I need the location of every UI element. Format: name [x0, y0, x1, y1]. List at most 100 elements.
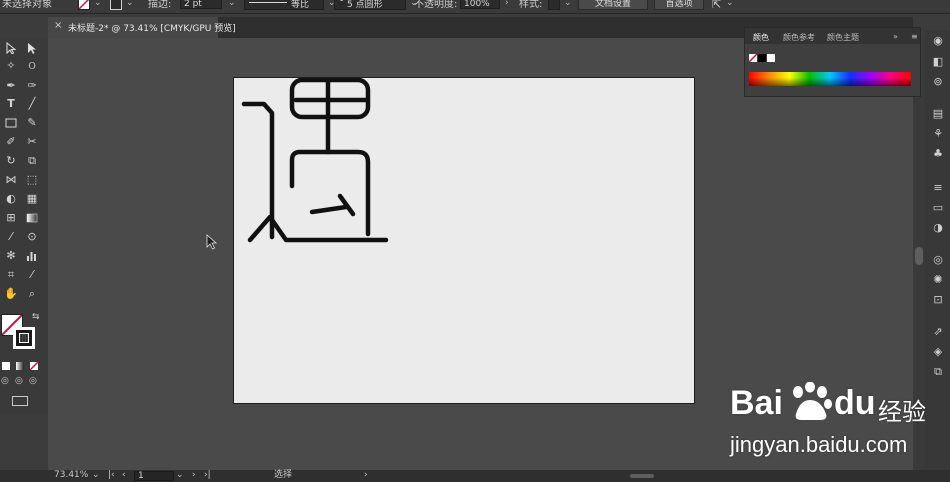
draw-inside-icon[interactable]: ◎ [29, 376, 37, 386]
tab-color-themes[interactable]: 颜色主题 [827, 32, 859, 43]
artboards-icon[interactable]: ⧉ [930, 364, 946, 380]
stroke-color-box[interactable] [13, 327, 35, 349]
panel-black-swatch[interactable] [758, 54, 766, 62]
paintbrush-icon[interactable]: ✎ [24, 115, 40, 131]
pen-tool-icon[interactable]: ✒ [3, 78, 19, 94]
document-setup-button[interactable]: 文档设置 [578, 0, 648, 10]
direct-selection-tool-icon[interactable] [24, 40, 40, 56]
column-graph-icon[interactable] [24, 248, 40, 264]
swatches-icon[interactable]: ▤ [930, 106, 946, 122]
export-icon[interactable]: ⇗ [930, 324, 946, 340]
type-tool-icon[interactable]: T [3, 96, 19, 112]
shape-builder-icon[interactable]: ◐ [3, 191, 19, 207]
selection-tool-icon[interactable] [3, 40, 19, 56]
layers-panel-icon[interactable]: ⊡ [930, 292, 946, 308]
arrange-icon[interactable]: ⇱ [712, 0, 721, 11]
blend-tool-icon[interactable]: ⊙ [24, 229, 40, 245]
brush-dot-icon: • [339, 0, 345, 6]
mesh-tool-icon[interactable]: ⊞ [3, 210, 19, 226]
swap-colors-icon[interactable]: ⇆ [32, 312, 40, 322]
perspective-grid-icon[interactable]: ▦ [24, 191, 40, 207]
panel-collapse-icon[interactable]: » [893, 32, 898, 41]
artboard-tool-icon[interactable]: ⌗ [3, 267, 19, 283]
arrange-dropdown-icon[interactable]: ⌄ [726, 0, 734, 8]
properties-icon[interactable]: ⊚ [930, 74, 946, 90]
eyedropper-icon[interactable]: ⁄ [3, 229, 19, 245]
screen-mode-icon[interactable] [12, 396, 28, 406]
stroke-label: 描边: [148, 0, 172, 10]
artboard[interactable] [233, 77, 695, 404]
hand-tool-icon[interactable]: ✋ [3, 286, 19, 302]
profile-label: 等比 [291, 0, 310, 10]
style-dropdown-icon[interactable]: ⌄ [564, 0, 572, 8]
panel-menu-icon[interactable]: ≡ [911, 32, 918, 41]
lasso-icon[interactable]: ଠ [24, 58, 40, 74]
opacity-arrow-icon[interactable]: › [505, 0, 509, 8]
color-spectrum-bar[interactable] [749, 72, 911, 86]
document-tab[interactable]: × 未标题-2* @ 73.41% [CMYK/GPU 预览] [48, 17, 236, 38]
tab-color[interactable]: 颜色 [753, 32, 769, 43]
stroke-panel-icon[interactable]: ≡ [930, 180, 946, 196]
previous-artboard-icon[interactable]: ‹ [122, 469, 126, 481]
control-bar: 未选择对象 ⌄ ⌄ 描边: 2 pt ⌄ 等比 ⌄ • 5 点圆形 ⌄ 不透明度… [0, 0, 950, 14]
horizontal-scroll-thumb[interactable] [630, 474, 654, 478]
graphic-styles-icon[interactable]: ✺ [930, 272, 946, 288]
panel-white-swatch[interactable] [767, 54, 775, 62]
width-tool-icon[interactable]: ⋈ [3, 172, 19, 188]
gradient-panel-icon[interactable]: ▭ [930, 200, 946, 216]
stroke-weight-dropdown-icon[interactable]: ⌄ [228, 0, 236, 8]
symbols-icon[interactable]: ♣ [930, 146, 946, 162]
next-artboard-icon[interactable]: › [192, 469, 196, 481]
color-guide-icon[interactable]: ◧ [930, 54, 946, 70]
zoom-dropdown-icon[interactable]: ⌄ [92, 469, 100, 481]
symbol-sprayer-icon[interactable]: ✻ [3, 248, 19, 264]
layers-icon[interactable]: ◈ [930, 344, 946, 360]
artboard-dropdown-icon[interactable]: ⌄ [176, 469, 184, 481]
panel-none-swatch[interactable] [749, 54, 757, 62]
brushes-icon[interactable]: ⚘ [930, 126, 946, 142]
draw-behind-icon[interactable]: ◎ [15, 376, 23, 386]
free-transform-icon[interactable]: ⬚ [24, 172, 40, 188]
gradient-mode-icon[interactable] [16, 362, 24, 370]
scale-tool-icon[interactable]: ⧉ [24, 153, 40, 169]
magic-wand-icon[interactable]: ✧ [3, 58, 19, 74]
rotate-tool-icon[interactable]: ↻ [3, 153, 19, 169]
last-artboard-icon[interactable]: ›| [204, 469, 211, 481]
fill-dropdown-icon[interactable]: ⌄ [94, 0, 102, 8]
inner-horizontal-stroke [309, 204, 349, 215]
color-mode-icon[interactable] [2, 362, 10, 370]
zoom-level[interactable]: 73.41% [54, 469, 88, 481]
line-tool-icon[interactable]: ╱ [24, 96, 40, 112]
variable-width-profile[interactable]: 等比 [244, 0, 324, 10]
gradient-tool-icon[interactable] [24, 210, 40, 226]
draw-normal-icon[interactable]: ◎ [1, 376, 9, 386]
shaper-tool-icon[interactable]: ✐ [3, 134, 19, 150]
brush-definition[interactable]: • 5 点圆形 [334, 0, 406, 10]
stroke-weight-field[interactable]: 2 pt [180, 0, 222, 9]
artboard-number-field[interactable]: 1 [134, 471, 174, 481]
vertical-scroll-thumb[interactable] [915, 247, 923, 265]
tab-color-guide[interactable]: 颜色参考 [783, 32, 815, 43]
first-artboard-icon[interactable]: |‹ [108, 469, 115, 481]
appearance-icon[interactable]: ◎ [930, 252, 946, 268]
none-mode-icon[interactable] [30, 362, 38, 370]
preferences-button[interactable]: 首选项 [654, 0, 704, 10]
color-panel-icon[interactable]: ◉ [930, 33, 946, 49]
hand-drawn-character-artwork[interactable] [234, 78, 696, 405]
transparency-icon[interactable]: ◑ [930, 220, 946, 236]
slice-tool-icon[interactable]: ⁄ [24, 267, 40, 283]
opacity-field[interactable]: 100% [460, 0, 500, 9]
mouse-cursor-icon [206, 234, 218, 250]
curvature-tool-icon[interactable]: ✑ [24, 78, 40, 94]
fill-swatch[interactable] [78, 0, 90, 10]
close-tab-icon[interactable]: × [54, 20, 62, 31]
graphic-style-swatch[interactable] [548, 0, 560, 10]
status-menu-arrow-icon[interactable]: › [364, 469, 368, 481]
stroke-swatch[interactable] [110, 0, 122, 10]
stroke-dropdown-icon[interactable]: ⌄ [126, 0, 134, 8]
scissors-icon[interactable]: ✂ [24, 134, 40, 150]
vertical-scrollbar[interactable] [913, 38, 925, 470]
rectangle-tool-icon[interactable] [3, 115, 19, 131]
tools-panel: ✧ ଠ ✒ ✑ T ╱ ✎ ✐ ✂ ↻ ⧉ ⋈ ⬚ ◐ ▦ ⊞ ⁄ ⊙ ✻ ⌗ … [0, 38, 48, 414]
zoom-tool-icon[interactable]: ⌕ [24, 286, 40, 302]
